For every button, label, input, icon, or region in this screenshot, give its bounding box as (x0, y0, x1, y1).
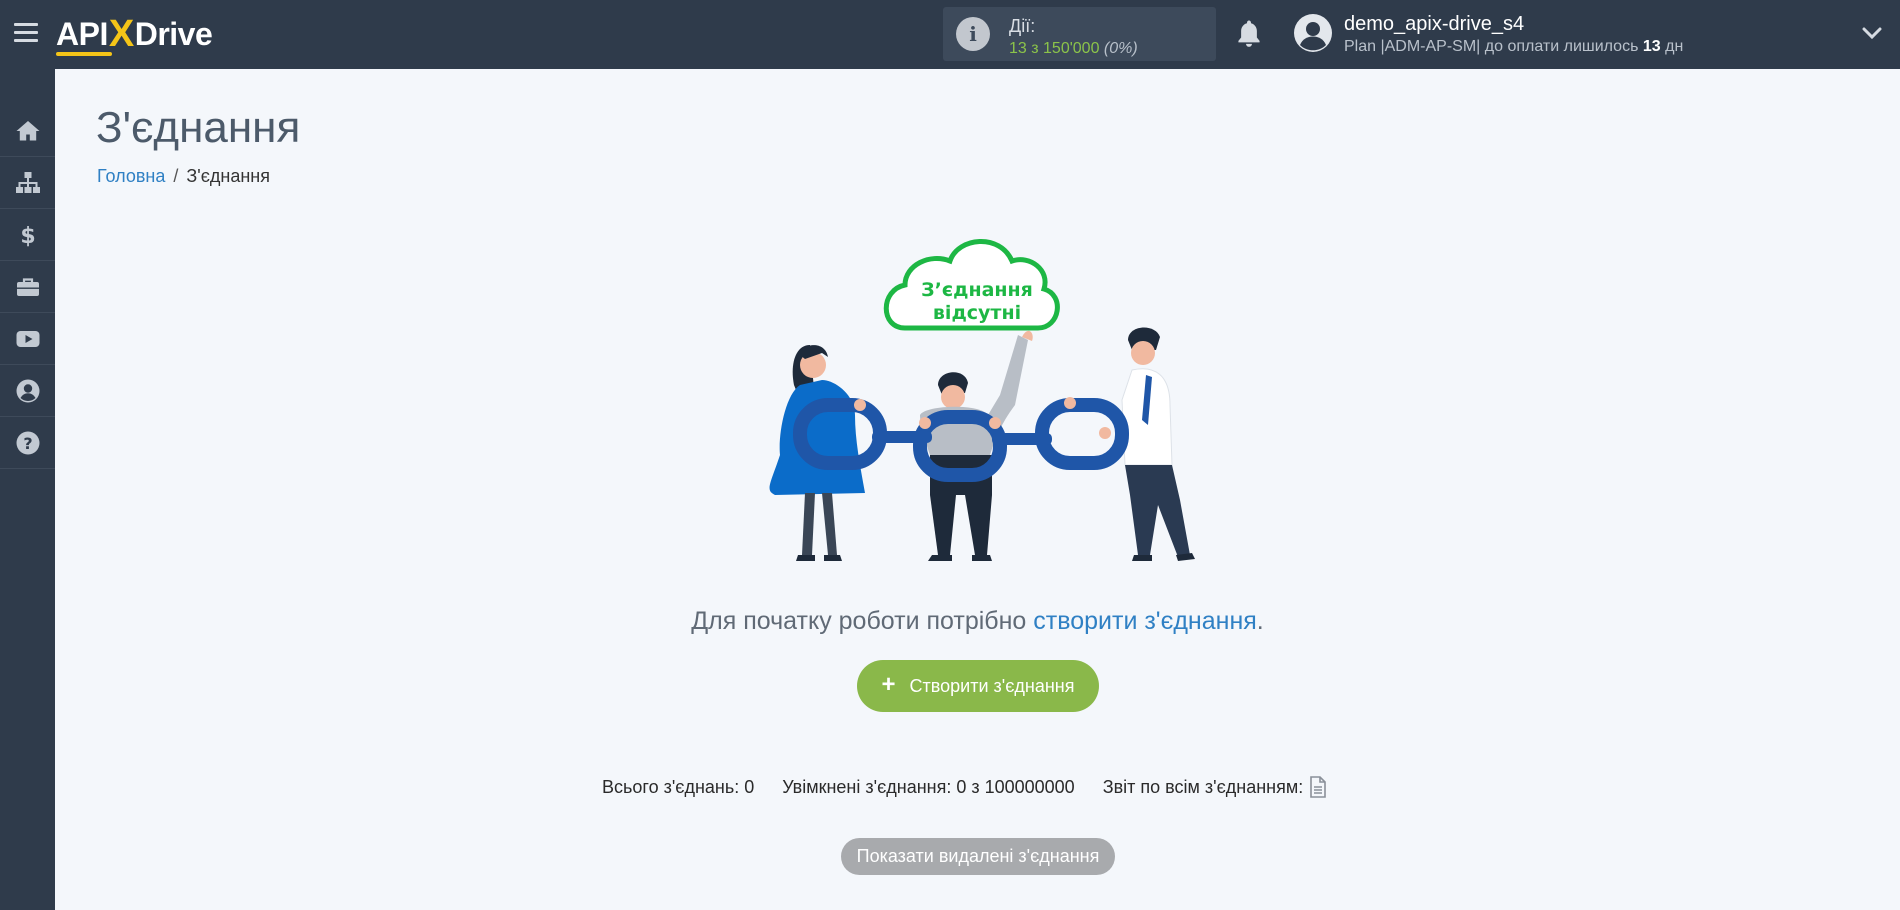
connections-stats: Всього з'єднань: 0 Увімкнені з'єднання: … (602, 776, 1327, 798)
breadcrumb-home-link[interactable]: Головна (97, 166, 165, 186)
right-man-figure (1121, 327, 1195, 561)
svg-text:$: $ (20, 224, 35, 248)
user-plan: Plan |ADM-AP-SM| до оплати лишилось 13 д… (1344, 38, 1683, 56)
breadcrumb-separator: / (173, 166, 179, 186)
actions-counter[interactable]: i Дії: 13 з 150'000 (0%) (943, 7, 1216, 61)
menu-burger-icon[interactable] (14, 23, 38, 43)
user-name[interactable]: demo_apix-drive_s4 (1344, 13, 1524, 36)
create-connection-link[interactable]: створити з'єднання (1033, 607, 1257, 635)
plan-days-suffix: дн (1660, 38, 1684, 55)
stats-report-label: Звіт по всім з'єднанням: (1102, 776, 1304, 797)
sitemap-icon (15, 171, 40, 193)
stats-report: Звіт по всім з'єднанням: (1103, 776, 1328, 798)
breadcrumb-current: З'єднання (186, 166, 270, 186)
empty-state-suffix: . (1256, 607, 1264, 635)
actions-percent: (0%) (1103, 40, 1138, 57)
logo-x: X (108, 12, 134, 55)
create-connection-label: Створити з'єднання (909, 675, 1075, 696)
youtube-icon (16, 330, 39, 347)
logo-part1: API (56, 15, 108, 52)
actions-count: 13 з 150'000 (0%) (1009, 40, 1138, 58)
document-icon[interactable] (1309, 776, 1327, 798)
apixdrive-logo[interactable]: API X Drive (56, 12, 213, 56)
breadcrumb: Головна / З'єднання (97, 166, 270, 187)
logo-underline (56, 52, 112, 56)
briefcase-icon (16, 277, 39, 296)
svg-text:?: ? (23, 434, 32, 453)
question-icon: ? (16, 431, 39, 454)
info-icon: i (956, 17, 990, 51)
chevron-down-icon[interactable] (1862, 26, 1882, 40)
actions-title: Дії: (1009, 16, 1036, 36)
plus-icon: + (881, 671, 896, 698)
sidebar-item-help[interactable]: ? (0, 417, 55, 469)
sidebar-item-home[interactable] (0, 105, 55, 157)
woman-figure (769, 345, 865, 561)
actions-count-value: 13 з 150'000 (1009, 40, 1100, 57)
middle-man-figure (920, 330, 1033, 561)
show-deleted-connections-button[interactable]: Показати видалені з'єднання (841, 838, 1115, 875)
sidebar: $ ? (0, 69, 55, 910)
empty-connections-illustration: З’єднання відсутні (769, 239, 1195, 561)
cloud-text-line2: відсутні (933, 302, 1021, 324)
plan-prefix: Plan |ADM-AP-SM| до оплати лишилось (1344, 38, 1643, 55)
stats-enabled: Увімкнені з'єднання: 0 з 100000000 (782, 776, 1075, 797)
dollar-icon: $ (20, 224, 35, 248)
empty-state-message: Для початку роботи потрібно створити з'є… (0, 607, 1900, 636)
top-bar: API X Drive i Дії: 13 з 150'000 (0%) demo_… (0, 0, 1900, 69)
logo-part2: Drive (134, 15, 213, 52)
empty-state-prefix: Для початку роботи потрібно (691, 607, 1034, 635)
stats-total: Всього з'єднань: 0 (602, 776, 755, 797)
home-icon (16, 120, 39, 140)
sidebar-item-services[interactable] (0, 261, 55, 313)
sidebar-item-profile[interactable] (0, 365, 55, 417)
sidebar-item-connections[interactable] (0, 157, 55, 209)
plan-days: 13 (1642, 38, 1661, 55)
sidebar-item-billing[interactable]: $ (0, 209, 55, 261)
user-icon (16, 379, 39, 402)
create-connection-button[interactable]: + Створити з'єднання (857, 660, 1099, 712)
user-avatar-icon[interactable] (1294, 14, 1332, 52)
page-title: З'єднання (96, 103, 301, 152)
sidebar-item-video[interactable] (0, 313, 55, 365)
cloud-text-line1: З’єднання (921, 279, 1033, 301)
bell-icon[interactable] (1234, 18, 1264, 50)
